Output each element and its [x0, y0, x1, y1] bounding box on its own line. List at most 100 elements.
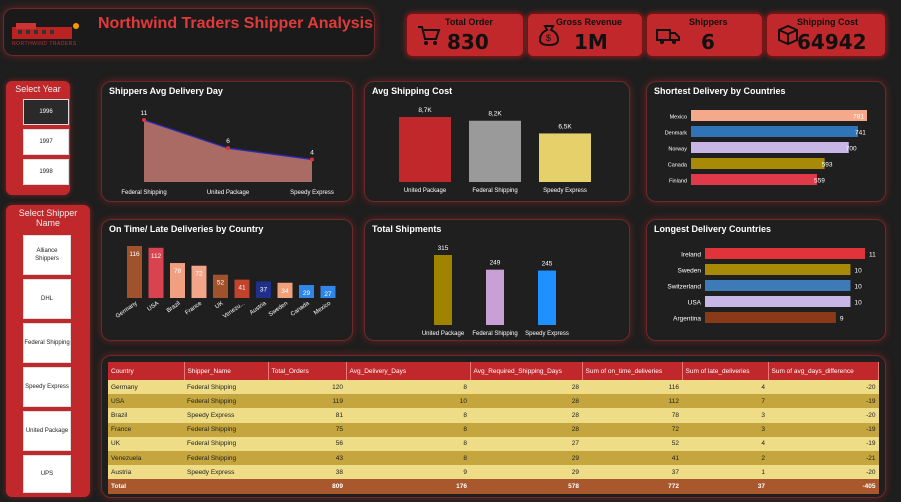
longest-delivery-chart: Ireland 11 Sweden 10 Switzerland 10 USA 10 Argen…	[667, 248, 876, 323]
table-cell: 52	[582, 436, 682, 451]
data-label: 11	[141, 110, 148, 117]
bar-value-label: 37	[260, 286, 268, 293]
avg-shipping-cost-chart: 8,7K United Package 8,2K Federal Shipping 6,…	[399, 107, 591, 194]
bar	[434, 255, 452, 325]
table-cell: 29	[470, 465, 582, 480]
table-row[interactable]: Germany Federal Shipping 120 8 28 116 4 -20	[108, 380, 879, 395]
table-cell: -19	[768, 394, 879, 409]
bar	[539, 133, 591, 182]
table-row[interactable]: Austria Speedy Express 38 9 29 37 1 -20	[108, 465, 879, 480]
x-tick-label: Venezu...	[222, 301, 246, 320]
table-cell: 4	[682, 380, 768, 395]
column-header[interactable]: Avg_Required_Shipping_Days	[470, 362, 583, 380]
table-total-cell: -405	[768, 479, 879, 494]
bar-value-label: 112	[151, 253, 162, 260]
table-cell: 4	[682, 436, 768, 451]
total-shipments-panel: Total Shipments 315 United Package 249 Fede…	[364, 219, 630, 341]
table-row[interactable]: UK Federal Shipping 56 8 27 52 4 -19	[108, 436, 879, 451]
year-option-1996[interactable]: 1996	[23, 99, 69, 125]
shipper-option-united-package[interactable]: United Package	[23, 411, 71, 451]
x-tick-label: United Package	[422, 331, 465, 337]
bar-value-label: 78	[174, 268, 182, 275]
x-tick-label: Speedy Express	[525, 331, 569, 337]
table-cell: 75	[268, 422, 346, 437]
table-cell: USA	[108, 394, 184, 409]
kpi-total-order: Total Order 830	[406, 13, 524, 57]
page-title: Northwind Traders Shipper Analysis	[98, 15, 374, 32]
table-cell: 41	[582, 450, 682, 466]
table-row[interactable]: USA Federal Shipping 119 10 28 112 7 -19	[108, 394, 879, 409]
column-header[interactable]: Sum of on_time_deliveries	[582, 362, 683, 380]
bar	[469, 120, 521, 182]
table-cell: -21	[768, 450, 879, 466]
table-cell: 3	[682, 408, 768, 423]
kpi-value: 1M	[574, 30, 608, 54]
x-tick-label: Sweden	[268, 301, 289, 318]
table-row[interactable]: France Federal Shipping 75 8 28 72 3 -19	[108, 422, 879, 437]
shipper-option-federal-shipping[interactable]: Federal Shipping	[23, 323, 71, 363]
kpi-gross-revenue: $ Gross Revenue 1M	[527, 13, 643, 57]
table-cell: Federal Shipping	[184, 436, 268, 451]
x-tick-label: United Package	[207, 190, 250, 196]
table-cell: -19	[768, 422, 879, 437]
table-cell: Federal Shipping	[184, 422, 268, 437]
bar-value-label: 593	[822, 162, 833, 169]
table-cell: 27	[470, 436, 582, 451]
longest-delivery-panel: Longest Delivery Countries Ireland 11 Swed…	[646, 219, 886, 341]
x-tick-label: USA	[147, 301, 161, 313]
bar-value-label: 6,5K	[558, 123, 572, 130]
column-header[interactable]: Sum of late_deliveries	[682, 362, 769, 380]
bar-value-label: 9	[840, 316, 844, 323]
table-cell: Germany	[108, 380, 184, 395]
column-header[interactable]: Country	[108, 362, 185, 380]
shipper-option-dhl[interactable]: DHL	[23, 279, 71, 319]
table-cell: 8	[346, 436, 470, 451]
bar-value-label: 700	[846, 146, 857, 153]
table-cell: UK	[108, 436, 184, 451]
shipper-slicer: Select Shipper Name Alliance Shippers DH…	[6, 205, 90, 497]
year-option-1998[interactable]: 1998	[23, 159, 69, 185]
data-point	[226, 146, 230, 151]
shopping-cart-icon	[418, 26, 441, 45]
table-cell: 8	[346, 450, 470, 466]
kpi-shipping-cost: Shipping Cost 64942	[766, 13, 886, 57]
x-tick-label: Mexico	[313, 300, 333, 316]
table-cell: 28	[470, 422, 582, 437]
table-row[interactable]: Venezuela Federal Shipping 43 8 29 41 2 -21	[108, 450, 879, 466]
table-cell: 112	[582, 394, 682, 409]
shipper-option-alliance-shippers[interactable]: Alliance Shippers	[23, 235, 71, 275]
column-header[interactable]: Sum of avg_days_difference	[768, 362, 879, 380]
column-header[interactable]: Avg_Delivery_Days	[346, 362, 471, 380]
column-header[interactable]: Total_Orders	[268, 362, 347, 380]
shipper-option-ups[interactable]: UPS	[23, 455, 71, 493]
year-slicer-title: Select Year	[15, 84, 61, 94]
bar-value-label: 41	[238, 285, 246, 292]
column-header[interactable]: Shipper_Name	[184, 362, 269, 380]
table-cell: -20	[768, 408, 879, 423]
table-row[interactable]: Brazil Speedy Express 81 8 28 78 3 -20	[108, 408, 879, 423]
avg-delivery-chart: 11 Federal Shipping 6 United Package 4 Speedy…	[121, 110, 334, 196]
table-cell: 56	[268, 436, 346, 451]
avg-shipping-cost-panel: Avg Shipping Cost 8,7K United Package 8,2K…	[364, 81, 630, 202]
y-tick-label: Switzerland	[667, 284, 701, 291]
bar-value-label: 8,2K	[488, 111, 502, 118]
table-total-cell: 176	[346, 479, 470, 494]
table-cell: 8	[346, 422, 470, 437]
table-cell: 37	[582, 465, 682, 480]
year-option-1997[interactable]: 1997	[23, 129, 69, 155]
table-total-cell: 578	[470, 479, 582, 494]
shipper-option-speedy-express[interactable]: Speedy Express	[23, 367, 71, 407]
table-total-cell	[184, 479, 268, 494]
bar	[538, 270, 556, 325]
table-cell: 28	[470, 408, 582, 423]
kpi-label: Gross Revenue	[556, 17, 623, 27]
x-tick-label: Germany	[115, 301, 139, 320]
table-cell: Austria	[108, 465, 184, 480]
table-total-row: Total 809 176 578 772 37 -405	[108, 479, 879, 494]
table-cell: 9	[346, 465, 470, 480]
x-tick-label: UK	[214, 301, 224, 311]
x-tick-label: Federal Shipping	[472, 331, 517, 337]
shipper-table: Country Shipper_Name Total_Orders Avg_De…	[108, 362, 879, 494]
bar	[705, 312, 836, 323]
bar-value-label: 8,7K	[418, 107, 432, 114]
